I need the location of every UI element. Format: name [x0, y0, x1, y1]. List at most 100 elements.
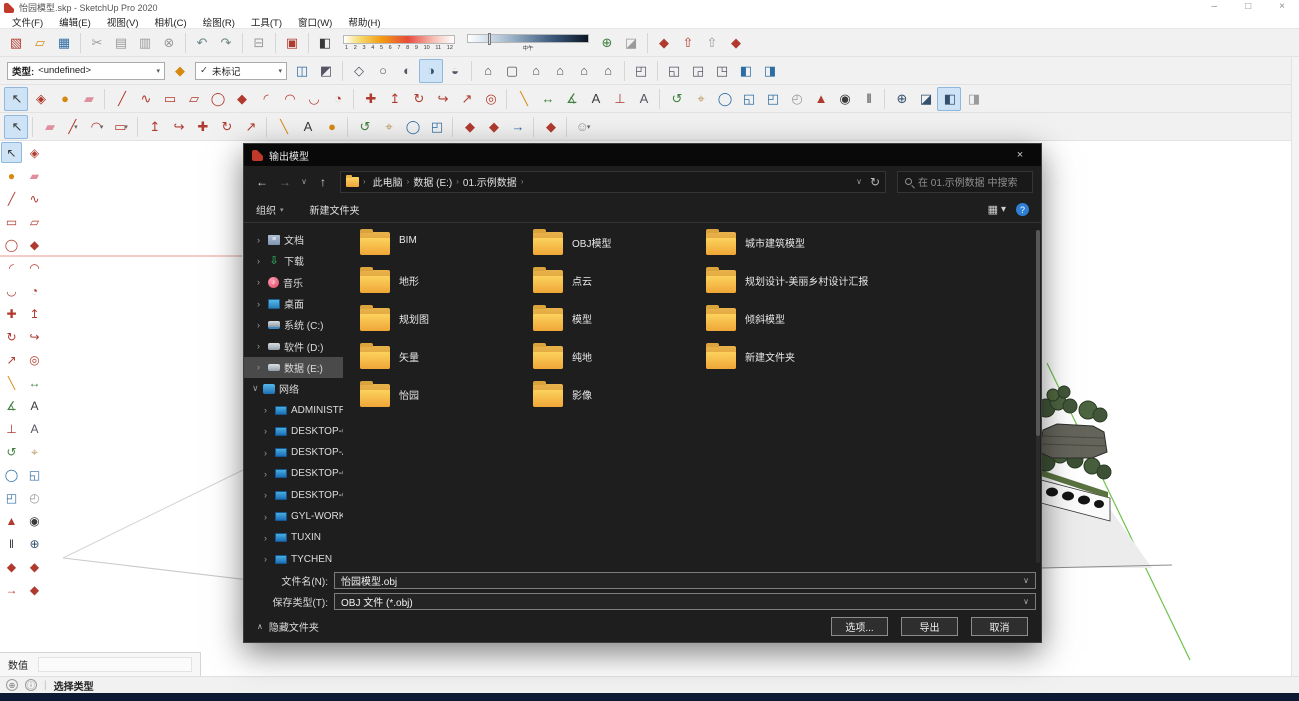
offset-tool-icon[interactable]: ◎ [24, 349, 45, 370]
select-tool-icon[interactable]: ↖ [1, 142, 22, 163]
export-button[interactable]: 导出 [901, 617, 958, 636]
folder-item[interactable]: 规划设计-美丽乡村设计汇报 [706, 268, 879, 306]
position-camera-icon[interactable]: ▲ [808, 87, 832, 111]
rectangle-tool-icon[interactable]: ▭ [157, 87, 181, 111]
scale-tool-icon[interactable]: ↗ [454, 87, 478, 111]
shadow-time-thumb[interactable] [488, 33, 491, 45]
warehouse-get-models-icon[interactable]: ◆ [1, 556, 22, 577]
tree-chevron-icon[interactable]: › [257, 277, 264, 287]
hide-folders-button[interactable]: ∧ 隐藏文件夹 [257, 619, 319, 634]
extension-warehouse-icon[interactable]: ◆ [538, 115, 562, 139]
new-folder-button[interactable]: 新建文件夹 [310, 202, 360, 217]
line-tool-icon[interactable]: ╱▾ [61, 115, 85, 139]
tree-chevron-icon[interactable]: › [264, 469, 271, 479]
menu-item[interactable]: 文件(F) [4, 15, 51, 29]
folder-item[interactable]: 怡园 [360, 382, 533, 420]
tree-item-computer[interactable]: › TYCHEN [244, 548, 343, 567]
menu-item[interactable]: 窗口(W) [290, 15, 340, 29]
display-section-cuts-icon[interactable]: ◧ [937, 87, 961, 111]
folder-item[interactable]: 倾斜模型 [706, 306, 879, 344]
dialog-close-button[interactable]: × [1007, 149, 1033, 161]
folder-item[interactable]: 地形 [360, 268, 533, 306]
nav-up-button[interactable]: ↑ [313, 172, 333, 192]
pie-tool-icon[interactable]: ◔ [325, 87, 349, 111]
select-tool-icon[interactable]: ↖ [4, 115, 28, 139]
line-tool-icon[interactable]: ╱ [1, 188, 22, 209]
breadcrumb-item[interactable]: 01.示例数据 [460, 174, 520, 189]
polygon-tool-icon[interactable]: ◆ [24, 234, 45, 255]
chevron-down-icon[interactable]: ∨ [1023, 576, 1029, 585]
menu-item[interactable]: 视图(V) [99, 15, 147, 29]
tape-measure-icon[interactable]: ╲ [271, 115, 295, 139]
rectangle-tool-icon[interactable]: ▭▾ [109, 115, 133, 139]
filename-input[interactable]: 怡园模型.obj ∨ [334, 572, 1036, 589]
warehouse-get-models-icon[interactable]: ◆ [652, 31, 676, 55]
tree-chevron-icon[interactable]: › [264, 490, 271, 500]
zoom-extents-icon[interactable]: ◰ [1, 487, 22, 508]
view-top-icon[interactable]: ▢ [500, 59, 524, 83]
walk-tool-icon[interactable]: ‖ [1, 533, 22, 554]
two-point-arc-tool-icon[interactable]: ◠ [277, 87, 301, 111]
photo-textures-icon[interactable]: ◪ [619, 31, 643, 55]
make-component-icon[interactable]: ◈ [24, 142, 45, 163]
account-icon[interactable]: ☺▾ [571, 115, 595, 139]
push-pull-tool-icon[interactable]: ↥ [24, 303, 45, 324]
display-section-fill-icon[interactable]: ◨ [961, 87, 985, 111]
arc-tool-icon[interactable]: ◜ [1, 257, 22, 278]
orbit-tool-icon[interactable]: ↺ [664, 87, 688, 111]
tree-item-computer[interactable]: › TUXIN [244, 527, 343, 548]
tree-item-computer[interactable]: › DESKTOP-Q9I [244, 463, 343, 484]
undo-icon[interactable]: ↶ [190, 31, 214, 55]
redo-icon[interactable]: ↷ [214, 31, 238, 55]
follow-me-tool-icon[interactable]: ↪ [24, 326, 45, 347]
shadow-date-slider[interactable]: 123456789101112 [343, 35, 455, 51]
tree-chevron-icon[interactable]: › [264, 554, 271, 564]
maximize-button[interactable]: □ [1245, 1, 1251, 12]
geolocation-icon[interactable]: ⊕ [6, 679, 18, 691]
folder-item[interactable]: BIM [360, 230, 533, 268]
text-tool-icon[interactable]: A [24, 395, 45, 416]
hidden-line-style-icon[interactable]: ○ [371, 59, 395, 83]
add-location-icon[interactable]: ⊕ [595, 31, 619, 55]
orbit-tool-icon[interactable]: ↺ [352, 115, 376, 139]
nav-recent-dropdown[interactable]: ∨ [298, 172, 310, 192]
text-tool-icon[interactable]: A [295, 115, 319, 139]
circle-tool-icon[interactable]: ◯ [205, 87, 229, 111]
tree-chevron-icon[interactable]: › [257, 235, 264, 245]
tree-chevron-icon[interactable]: › [257, 256, 264, 266]
folder-item[interactable]: 新建文件夹 [706, 344, 879, 382]
menu-item[interactable]: 相机(C) [146, 15, 194, 29]
freehand-tool-icon[interactable]: ∿ [24, 188, 45, 209]
cancel-button[interactable]: 取消 [971, 617, 1028, 636]
offset-tool-icon[interactable]: ◎ [478, 87, 502, 111]
extension-warehouse-icon[interactable]: ◆ [24, 579, 45, 600]
address-dropdown-icon[interactable]: ∨ [856, 177, 862, 186]
tree-item-music[interactable]: › ♪ 音乐 [244, 272, 343, 293]
folder-item[interactable]: 点云 [533, 268, 706, 306]
tree-item-computer[interactable]: › DESKTOP-6JJI [244, 421, 343, 442]
copy-icon[interactable]: ▤ [109, 31, 133, 55]
paint-bucket-icon[interactable]: ● [319, 115, 343, 139]
tree-item-desktop[interactable]: › 桌面 [244, 293, 343, 314]
paste-icon[interactable]: ▥ [133, 31, 157, 55]
breadcrumb-item[interactable]: 数据 (E:) [410, 174, 455, 189]
chevron-down-icon[interactable]: ∨ [1023, 597, 1029, 606]
folder-item[interactable]: 规划图 [360, 306, 533, 344]
tape-measure-icon[interactable]: ╲ [511, 87, 535, 111]
solid-split-icon[interactable]: ◨ [758, 59, 782, 83]
scale-tool-icon[interactable]: ↗ [1, 349, 22, 370]
pan-tool-icon[interactable]: ⌖ [24, 441, 45, 462]
polygon-tool-icon[interactable]: ◆ [229, 87, 253, 111]
3d-text-tool-icon[interactable]: A [24, 418, 45, 439]
tree-chevron-icon[interactable]: › [264, 448, 271, 458]
folder-item[interactable]: 矢量 [360, 344, 533, 382]
menu-item[interactable]: 工具(T) [243, 15, 290, 29]
new-model-icon[interactable]: ▧ [4, 31, 28, 55]
solid-trim-icon[interactable]: ◧ [734, 59, 758, 83]
organize-menu[interactable]: 组织 ▾ [256, 202, 284, 217]
section-plane-icon[interactable]: ⊕ [889, 87, 913, 111]
rotate-tool-icon[interactable]: ↻ [406, 87, 430, 111]
position-camera-icon[interactable]: ▲ [1, 510, 22, 531]
pie-tool-icon[interactable]: ◔ [24, 280, 45, 301]
shadow-toggle-icon[interactable]: ◧ [313, 31, 337, 55]
